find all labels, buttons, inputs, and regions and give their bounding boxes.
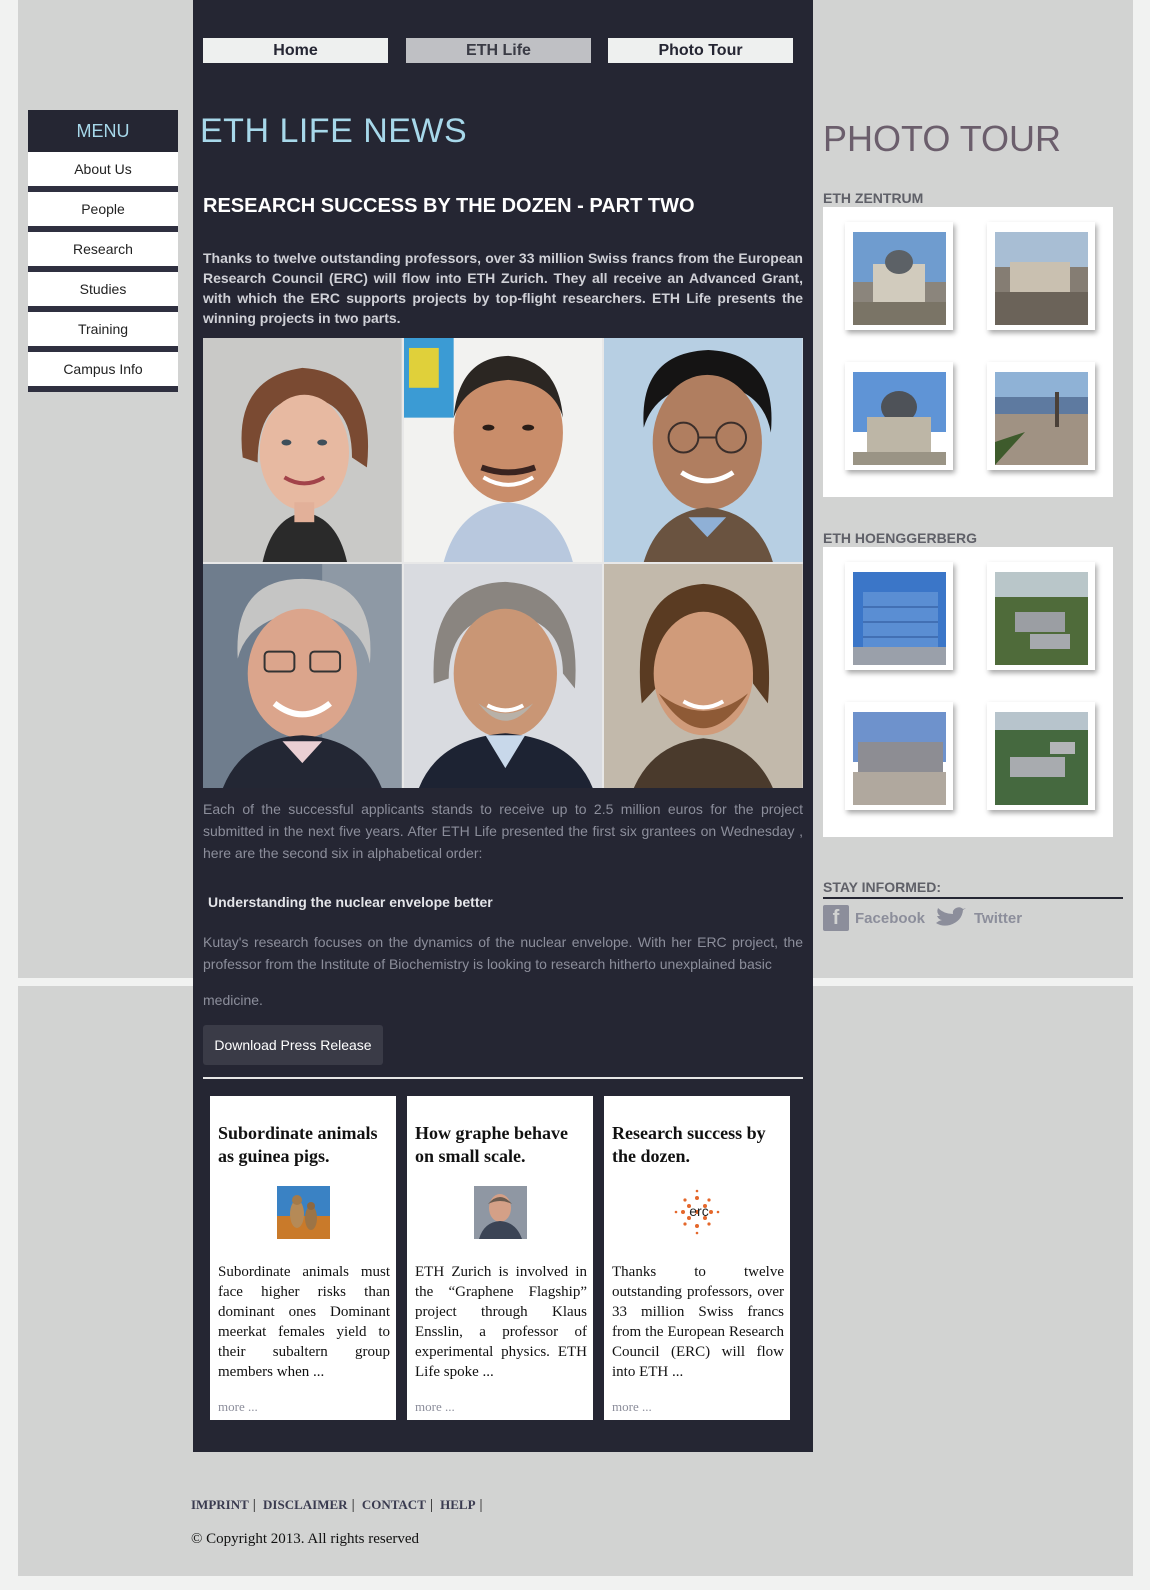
article-intro: Thanks to twelve outstanding professors,… [203,250,803,326]
footer-link-disclaimer[interactable]: DISCLAIMER [263,1497,348,1512]
twitter-bird-icon [932,905,968,931]
person-thumbnail [474,1186,527,1239]
professors-photo-grid [203,338,803,788]
footer-link-imprint[interactable]: IMPRINT [191,1497,249,1512]
sidebar-item-studies[interactable]: Studies [28,272,178,312]
article-paragraph: Each of the successful applicants stands… [203,801,803,861]
nav-eth-life-button[interactable]: ETH Life [406,38,591,63]
twitter-label: Twitter [974,909,1023,927]
professor-portrait [203,564,402,788]
news-card-text: ETH Zurich is involved in the “Graphene … [415,1264,587,1380]
news-card-title[interactable]: Subordinate animals as guinea pigs. [218,1122,390,1168]
stay-informed-label: STAY INFORMED: [823,879,941,895]
twitter-link[interactable]: Twitter [932,905,1022,931]
news-card-title[interactable]: Research success by the dozen. [612,1122,784,1168]
photo-gallery-hoenggerberg [823,547,1113,837]
news-card-more-link[interactable]: more ... [612,1399,652,1415]
svg-text:erc: erc [689,1203,708,1219]
news-card-more-link[interactable]: more ... [218,1399,258,1415]
news-card: Subordinate animals as guinea pigs. Subo… [210,1096,396,1420]
gallery-photo[interactable] [842,358,953,470]
copyright-text: © Copyright 2013. All rights reserved [191,1531,420,1547]
main-column: Home ETH Life Photo Tour ETH LIFE NEWS R… [193,0,813,1452]
photo-gallery-zentrum [823,207,1113,497]
news-card: Research success by the dozen. erc Thank… [604,1096,790,1420]
sidebar-item-campus-info[interactable]: Campus Info [28,352,178,392]
gallery-label-zentrum: ETH ZENTRUM [823,190,924,206]
facebook-link[interactable]: f Facebook [823,905,925,931]
section-divider [203,1077,803,1079]
professor-portrait [203,338,402,562]
menu-title: MENU [28,110,178,152]
gallery-photo[interactable] [842,558,953,670]
download-press-release-button[interactable]: Download Press Release [203,1025,383,1065]
facebook-icon: f [823,905,849,931]
footer-link-contact[interactable]: CONTACT [362,1497,426,1512]
sidebar-item-research[interactable]: Research [28,232,178,272]
professor-portrait [403,564,603,788]
gallery-photo[interactable] [984,558,1095,670]
gallery-label-hoenggerberg: ETH HOENGGERBERG [823,530,978,546]
gallery-photo[interactable] [842,218,953,330]
nav-photo-tour-button[interactable]: Photo Tour [608,38,793,63]
gallery-photo[interactable] [984,358,1095,470]
professor-portrait [604,338,803,562]
photo-tour-title: PHOTO TOUR [823,118,1062,159]
article-subheading: Understanding the nuclear envelope bette… [208,894,493,910]
professor-portrait [403,338,603,562]
article-paragraph-tail: medicine. [203,992,263,1008]
erc-logo: erc [671,1186,724,1239]
news-card-text: Subordinate animals must face higher ris… [218,1264,390,1380]
sidebar-menu: MENU About Us People Research Studies Tr… [28,110,178,392]
meerkat-thumbnail [277,1186,330,1239]
article-title: RESEARCH SUCCESS BY THE DOZEN - PART TWO [203,195,695,217]
article-paragraph: Kutay's research focuses on the dynamics… [203,934,803,972]
gallery-photo[interactable] [842,698,953,810]
gallery-photo[interactable] [984,698,1095,810]
nav-home-button[interactable]: Home [203,38,388,63]
news-card-more-link[interactable]: more ... [415,1399,455,1415]
news-card-title[interactable]: How graphe behave on small scale. [415,1122,587,1168]
stay-informed-divider [823,897,1123,899]
professor-portrait [604,564,803,788]
footer-link-help[interactable]: HELP [440,1497,475,1512]
page-title: ETH LIFE NEWS [200,112,468,150]
facebook-label: Facebook [855,909,926,927]
news-card: How graphe behave on small scale. ETH Zu… [407,1096,593,1420]
sidebar-item-people[interactable]: People [28,192,178,232]
sidebar-item-training[interactable]: Training [28,312,178,352]
gallery-photo[interactable] [984,218,1095,330]
top-navigation: Home ETH Life Photo Tour [203,38,793,63]
news-card-text: Thanks to twelve outstanding professors,… [612,1264,784,1380]
footer-links: IMPRINT | DISCLAIMER | CONTACT | HELP | [191,1497,483,1513]
sidebar-item-about-us[interactable]: About Us [28,152,178,192]
